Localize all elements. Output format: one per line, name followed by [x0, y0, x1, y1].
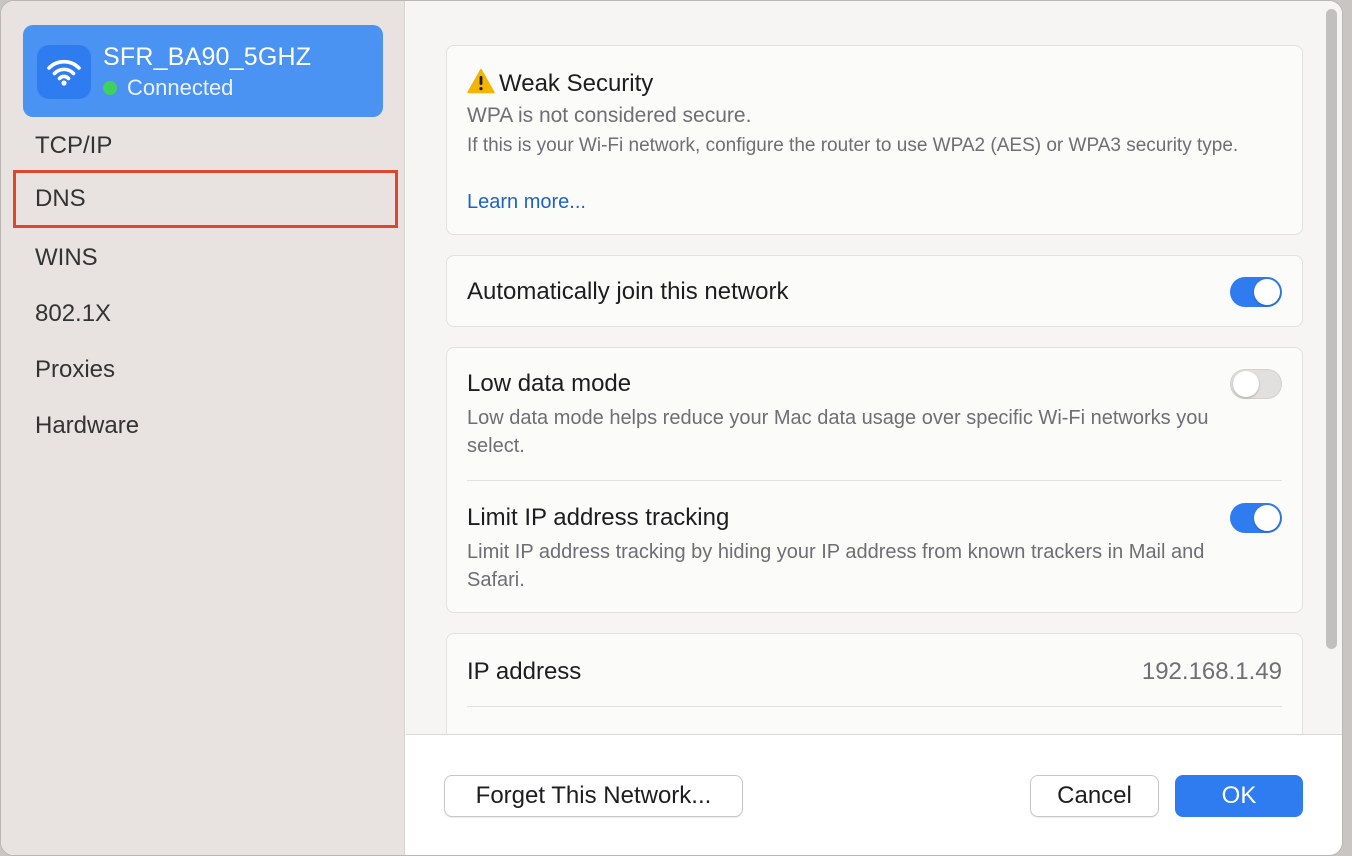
toggle-knob [1254, 505, 1280, 531]
scrollbar[interactable] [1322, 1, 1342, 734]
connected-dot-icon [103, 81, 117, 95]
low-data-description: Low data mode helps reduce your Mac data… [467, 407, 1209, 457]
toggle-knob [1254, 279, 1280, 305]
sidebar-item-proxies[interactable]: Proxies [13, 341, 398, 399]
auto-join-label: Automatically join this network [467, 278, 789, 305]
network-status: Connected [103, 75, 233, 101]
scroll-thumb[interactable] [1326, 9, 1337, 649]
security-card: Weak Security WPA is not considered secu… [446, 45, 1303, 235]
low-data-label: Low data mode [467, 370, 632, 397]
security-header: Weak Security [467, 68, 653, 99]
sidebar: SFR_BA90_5GHZ Connected TCP/IP DNS WINS … [1, 1, 405, 855]
cancel-button[interactable]: Cancel [1030, 775, 1159, 817]
learn-more-link[interactable]: Learn more... [467, 191, 586, 214]
sidebar-item-dns[interactable]: DNS [13, 170, 398, 228]
sidebar-item-8021x[interactable]: 802.1X [13, 285, 398, 343]
warning-icon [467, 68, 495, 99]
auto-join-toggle[interactable] [1230, 277, 1282, 307]
sidebar-item-wins[interactable]: WINS [13, 229, 398, 287]
network-name: SFR_BA90_5GHZ [103, 43, 312, 71]
auto-join-card: Automatically join this network [446, 255, 1303, 327]
network-status-label: Connected [127, 75, 234, 100]
limit-ip-toggle[interactable] [1230, 503, 1282, 533]
sidebar-item-tcpip[interactable]: TCP/IP [13, 117, 398, 175]
divider [467, 480, 1282, 481]
main-content: Weak Security WPA is not considered secu… [406, 1, 1342, 734]
limit-ip-label: Limit IP address tracking [467, 504, 730, 531]
sidebar-item-hardware[interactable]: Hardware [13, 397, 398, 455]
security-subtitle: WPA is not considered secure. [467, 104, 752, 127]
security-description: If this is your Wi-Fi network, configure… [467, 135, 1239, 156]
network-details-window: SFR_BA90_5GHZ Connected TCP/IP DNS WINS … [0, 0, 1343, 856]
ip-card: IP address 192.168.1.49 [446, 633, 1303, 734]
privacy-card: Low data mode Low data mode helps reduce… [446, 347, 1303, 613]
ok-button[interactable]: OK [1175, 775, 1303, 817]
security-title: Weak Security [499, 69, 654, 97]
footer: Forget This Network... Cancel OK [406, 734, 1342, 855]
toggle-knob [1233, 371, 1259, 397]
wifi-icon [37, 45, 91, 99]
network-card[interactable]: SFR_BA90_5GHZ Connected [23, 25, 383, 117]
ip-label: IP address [467, 658, 582, 685]
low-data-toggle[interactable] [1230, 369, 1282, 399]
forget-network-button[interactable]: Forget This Network... [444, 775, 743, 817]
limit-ip-description: Limit IP address tracking by hiding your… [467, 541, 1205, 591]
ip-value: 192.168.1.49 [1141, 658, 1282, 685]
divider [467, 706, 1282, 707]
